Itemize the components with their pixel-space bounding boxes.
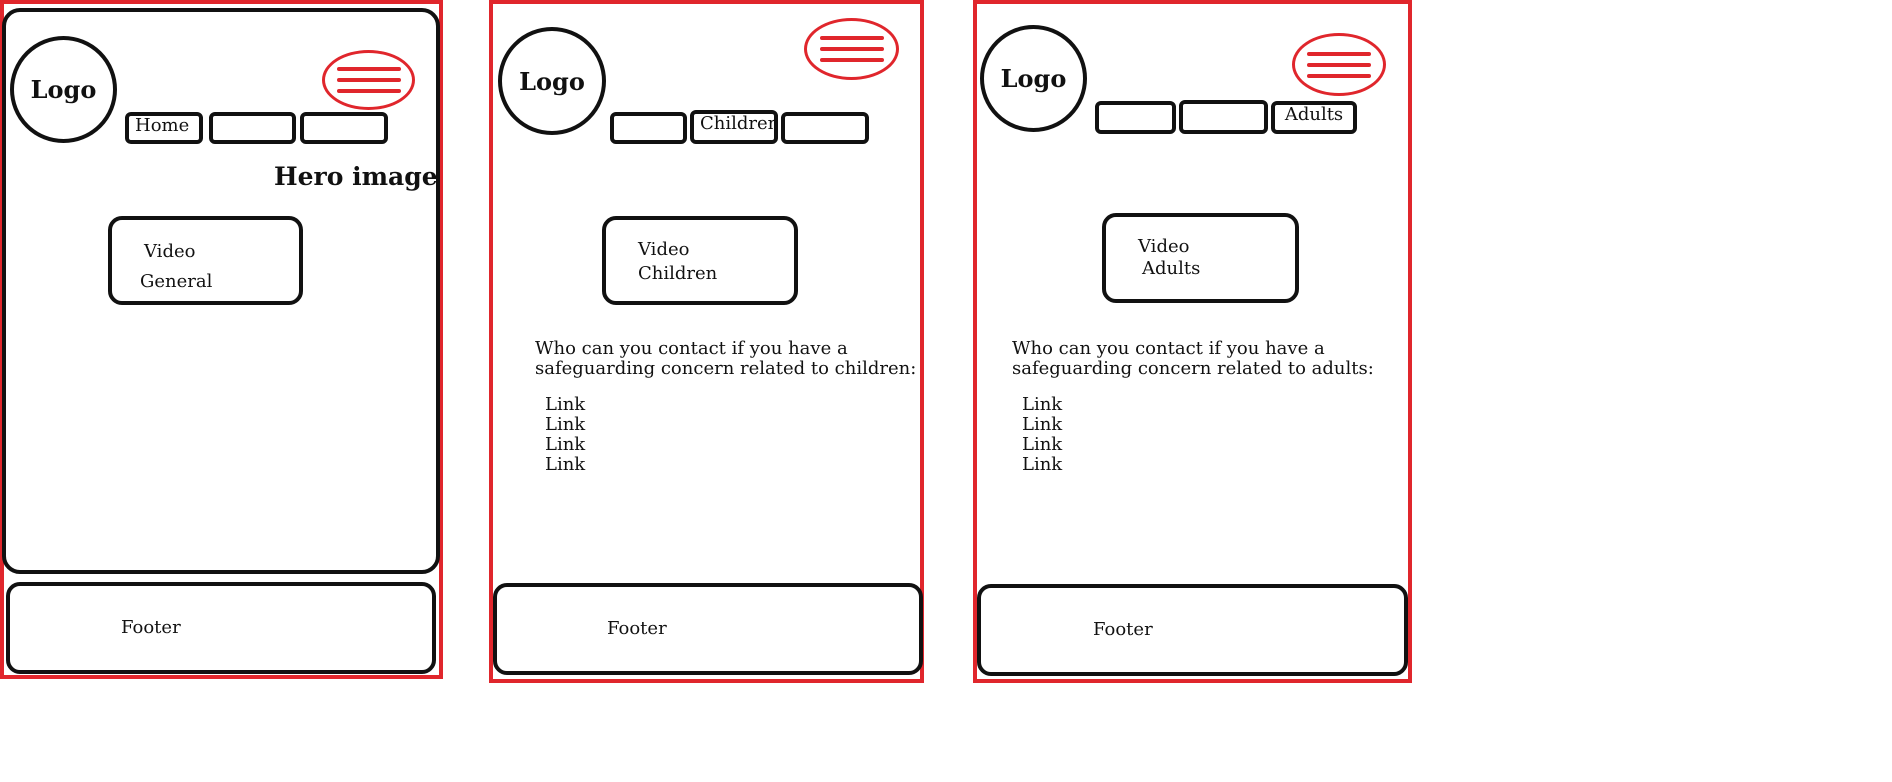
footer-label: Footer [607,618,667,639]
logo-label: Logo [30,75,97,104]
footer: Footer [493,583,923,675]
contact-link[interactable]: Link [545,435,585,455]
tab-home[interactable]: Home [125,112,203,144]
footer-label: Footer [121,617,181,638]
hamburger-menu-icon[interactable] [804,18,899,80]
logo[interactable]: Logo [498,27,606,135]
video-label: Video [144,241,196,262]
hamburger-menu-icon[interactable] [1292,33,1386,96]
logo[interactable]: Logo [10,36,117,143]
logo[interactable]: Logo [980,25,1087,132]
contact-link[interactable]: Link [1022,435,1062,455]
hamburger-menu-icon[interactable] [322,50,415,110]
video-sub-label: Children [638,263,718,284]
footer: Footer [977,584,1408,676]
contact-text-line-2: safeguarding concern related to adults: [1012,358,1374,379]
tab-adults[interactable]: Adults [1271,101,1357,134]
video-sub-label: Adults [1142,258,1201,279]
contact-link[interactable]: Link [545,395,585,415]
contact-text-line-2: safeguarding concern related to children… [535,358,917,379]
video-label: Video [638,239,690,260]
logo-label: Logo [1000,64,1067,93]
tab-2[interactable] [209,112,296,144]
tab-3[interactable] [781,112,869,144]
tab-children[interactable]: Children [690,110,778,144]
footer: Footer [6,582,436,674]
video-children[interactable]: Video Children [602,216,798,305]
contact-text-line-1: Who can you contact if you have a [1012,338,1325,359]
contact-link[interactable]: Link [1022,395,1062,415]
hero-image-label: Hero image [274,162,438,191]
contact-link[interactable]: Link [545,455,585,475]
tab-3[interactable] [300,112,388,144]
video-adults[interactable]: Video Adults [1102,213,1299,303]
video-general[interactable]: Video General [108,216,303,305]
footer-label: Footer [1093,619,1153,640]
video-sub-label: General [140,271,213,292]
contact-text-line-1: Who can you contact if you have a [535,338,848,359]
logo-label: Logo [519,66,585,96]
contact-link[interactable]: Link [545,415,585,435]
contact-link[interactable]: Link [1022,455,1062,475]
tab-2[interactable] [1179,100,1268,134]
video-label: Video [1138,236,1190,257]
tab-1[interactable] [610,112,687,144]
tab-1[interactable] [1095,101,1176,134]
contact-link[interactable]: Link [1022,415,1062,435]
